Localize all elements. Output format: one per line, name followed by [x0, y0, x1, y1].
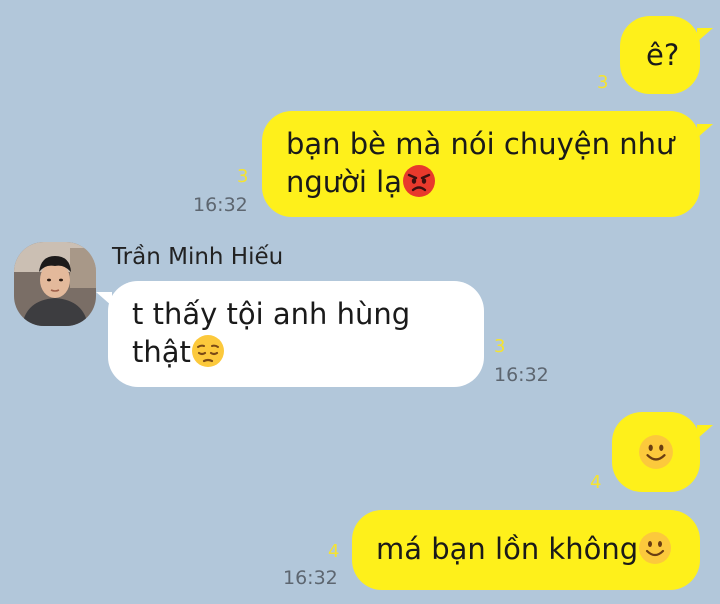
- sender-name: Trần Minh Hiếu: [112, 244, 284, 270]
- message-text-line: thật: [132, 335, 191, 369]
- unread-count: 3: [597, 72, 609, 93]
- slightly-smiling-face-emoji-icon: [638, 434, 674, 479]
- message-timestamp: 16:32: [193, 194, 248, 216]
- message-bubble-outgoing[interactable]: ê?: [620, 16, 700, 94]
- angry-face-emoji-icon: [402, 164, 436, 207]
- message-bubble-outgoing[interactable]: [612, 412, 700, 492]
- unread-count: 3: [494, 336, 506, 357]
- message-text-line: t thấy tội anh hùng: [132, 297, 411, 331]
- unread-count: 4: [590, 472, 602, 493]
- unread-count: 3: [237, 166, 249, 187]
- message-timestamp: 16:32: [283, 567, 338, 589]
- bubble-tail: [697, 124, 713, 138]
- message-text: ê?: [646, 38, 680, 72]
- avatar[interactable]: [14, 242, 96, 326]
- message-bubble-incoming[interactable]: t thấy tội anh hùng thật: [108, 281, 484, 387]
- message-text-line: người lạ: [286, 165, 403, 199]
- message-bubble-outgoing[interactable]: má bạn lồn không: [352, 510, 700, 590]
- bubble-tail: [697, 28, 713, 42]
- message-bubble-outgoing[interactable]: bạn bè mà nói chuyện như người lạ: [262, 111, 700, 217]
- message-text-line: bạn bè mà nói chuyện như: [286, 127, 675, 161]
- pensive-face-emoji-icon: [191, 334, 225, 377]
- message-timestamp: 16:32: [494, 364, 549, 386]
- slightly-smiling-face-emoji-icon: [638, 531, 672, 574]
- bubble-tail: [697, 425, 713, 439]
- unread-count: 4: [328, 541, 340, 562]
- message-text: má bạn lồn không: [376, 532, 639, 566]
